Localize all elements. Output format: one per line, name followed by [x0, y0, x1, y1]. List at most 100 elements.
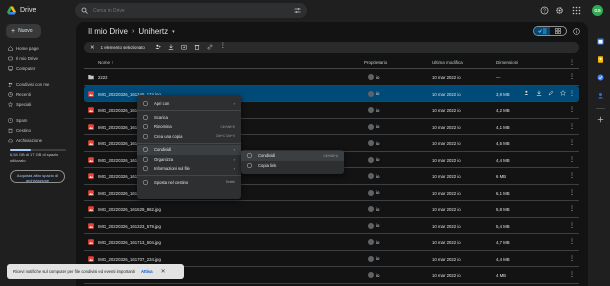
- breadcrumb-current[interactable]: Unihertz: [138, 27, 168, 36]
- more-vert-icon[interactable]: ⋮: [569, 255, 575, 262]
- menu-item-shortcut: Ctrl+Alt+E: [220, 124, 235, 129]
- file-name: IMG_20220326_161529_862.jpg: [98, 207, 161, 212]
- menu-item-copy[interactable]: Crea una copia Ctrl+C Ctrl+V: [137, 132, 241, 142]
- menu-item-link[interactable]: Copia link: [241, 161, 344, 171]
- chevron-right-icon: ›: [233, 101, 235, 107]
- more-vert-icon[interactable]: ⋮: [569, 106, 575, 113]
- download-icon[interactable]: [536, 90, 542, 97]
- more-vert-icon[interactable]: ⋮: [569, 205, 575, 212]
- menu-item-rename[interactable]: Rinomina Ctrl+Alt+E: [137, 122, 241, 132]
- more-vert-icon[interactable]: ⋮: [569, 238, 575, 245]
- apps-grid-icon[interactable]: [572, 6, 581, 15]
- search-icon[interactable]: [81, 7, 88, 14]
- file-size: 6,1 MB: [496, 190, 510, 196]
- column-modified-header[interactable]: Ultima modifica: [432, 60, 463, 65]
- owner-name: io: [376, 206, 380, 212]
- more-vert-icon[interactable]: ⋮: [569, 271, 575, 278]
- file-size: —: [496, 75, 501, 80]
- menu-item-download[interactable]: Scarica: [137, 113, 241, 123]
- sidebar-item-my-drive[interactable]: Il mio Drive: [6, 54, 68, 63]
- more-vert-icon[interactable]: ⋮: [569, 189, 575, 196]
- grid-view-button[interactable]: [550, 27, 566, 35]
- menu-item-label: Rinomina: [154, 124, 172, 130]
- share-submenu: Condividi Ctrl+Alt+A Copia link: [241, 150, 344, 174]
- breadcrumb-root[interactable]: Il mio Drive: [88, 27, 128, 36]
- settings-icon[interactable]: [555, 6, 564, 15]
- list-view-button[interactable]: [534, 27, 550, 35]
- file-name: IMG_20220326_161707_234.jpg: [98, 256, 161, 262]
- owner-name: io: [376, 190, 380, 195]
- sidebar-item-trash[interactable]: Cestino: [6, 126, 68, 135]
- search-bar[interactable]: [75, 3, 307, 18]
- table-row[interactable]: 2222 io 10 mar 2022 io — ⋮: [84, 69, 579, 86]
- owner-avatar: [368, 140, 374, 146]
- clear-selection-icon[interactable]: ✕: [90, 45, 95, 51]
- sidebar-item-computer[interactable]: Computer: [6, 64, 68, 73]
- owner-cell: io: [368, 173, 379, 179]
- column-name-header[interactable]: Nome ↑: [98, 60, 114, 65]
- menu-item-info[interactable]: Informazioni sul file ›: [137, 164, 241, 174]
- column-size-header[interactable]: Dimensioni: [496, 60, 518, 65]
- more-vert-icon[interactable]: ⋮: [220, 43, 226, 51]
- menu-item-open-with[interactable]: Apri con ›: [137, 99, 241, 109]
- snackbar-enable-button[interactable]: Attiva: [141, 269, 153, 274]
- close-icon[interactable]: ✕: [161, 268, 166, 275]
- calendar-icon[interactable]: [597, 38, 604, 45]
- drive-logo-icon[interactable]: [7, 6, 16, 15]
- menu-item-label: Condividi: [154, 147, 172, 153]
- share-person-icon[interactable]: [155, 44, 161, 51]
- owner-avatar: [368, 255, 374, 262]
- buy-storage-button[interactable]: Acquista altro spazio di archiviazione: [10, 170, 65, 183]
- link-icon[interactable]: [207, 44, 213, 51]
- app-name[interactable]: Drive: [20, 7, 36, 14]
- sidebar-item-shared[interactable]: Condivisi con me: [6, 80, 68, 89]
- more-vert-icon[interactable]: ⋮: [569, 59, 575, 66]
- sidebar-item-storage[interactable]: Archiviazione: [6, 136, 68, 145]
- trash-icon[interactable]: [194, 44, 200, 51]
- sidebar-item-home[interactable]: Home page: [6, 44, 68, 53]
- star-icon[interactable]: [559, 89, 567, 97]
- menu-item-organize[interactable]: Organizza ›: [137, 155, 241, 165]
- rename-icon[interactable]: [548, 90, 554, 97]
- owner-name: io: [376, 223, 380, 228]
- sidebar-item-label: Spam: [16, 118, 28, 123]
- sidebar-item-recent[interactable]: Recenti: [6, 90, 68, 99]
- menu-item-label: Informazioni sul file: [154, 166, 190, 172]
- more-vert-icon[interactable]: ⋮: [569, 172, 575, 179]
- keep-icon[interactable]: [597, 56, 604, 63]
- more-vert-icon[interactable]: ⋮: [569, 222, 575, 229]
- more-vert-icon[interactable]: ⋮: [569, 90, 575, 97]
- more-vert-icon[interactable]: ⋮: [569, 156, 575, 163]
- new-button[interactable]: + Nuovo: [6, 24, 41, 38]
- sidebar-item-spam[interactable]: Spam: [6, 116, 68, 125]
- file-size: 4,1 MB: [496, 124, 510, 130]
- move-icon[interactable]: [181, 44, 187, 51]
- sidebar-item-starred[interactable]: Speciali: [6, 100, 68, 109]
- help-icon[interactable]: ?: [540, 6, 549, 15]
- more-vert-icon[interactable]: ⋮: [569, 139, 575, 146]
- tasks-icon[interactable]: [597, 74, 604, 81]
- download-icon[interactable]: [168, 44, 174, 51]
- owner-name: io: [376, 272, 380, 278]
- search-options-icon[interactable]: [294, 7, 301, 14]
- avatar[interactable]: GS: [592, 5, 603, 16]
- search-input[interactable]: [93, 6, 273, 15]
- chevron-down-icon[interactable]: ▾: [172, 29, 175, 35]
- menu-item-share[interactable]: Condividi Ctrl+Alt+A: [241, 151, 344, 161]
- column-owner-header[interactable]: Proprietario: [364, 60, 387, 65]
- menu-item-share[interactable]: Condividi ›: [137, 145, 241, 155]
- download-icon: [143, 115, 148, 120]
- table-row[interactable]: IMG_20220326_161323_579.jpg io 10 mar 2022…: [84, 218, 579, 234]
- menu-item-trash[interactable]: Sposta nel cestino Delete: [137, 178, 241, 188]
- context-menu: Apri con › Scarica Rinomina Ctrl+Alt+E Crea u…: [137, 95, 241, 199]
- add-addon-icon[interactable]: [597, 116, 604, 123]
- more-vert-icon[interactable]: ⋮: [569, 73, 575, 80]
- contacts-icon[interactable]: [597, 92, 604, 99]
- table-row[interactable]: IMG_20220326_161529_862.jpg io 10 mar 2022…: [84, 201, 579, 218]
- details-info-icon[interactable]: [573, 28, 580, 35]
- file-size: 4,2 MB: [496, 108, 510, 113]
- owner-avatar: [368, 107, 374, 113]
- more-vert-icon[interactable]: ⋮: [569, 123, 575, 130]
- table-row[interactable]: IMG_20220326_161713_504.jpg io 10 mar 2022…: [84, 234, 579, 251]
- share-person-icon[interactable]: [524, 90, 530, 97]
